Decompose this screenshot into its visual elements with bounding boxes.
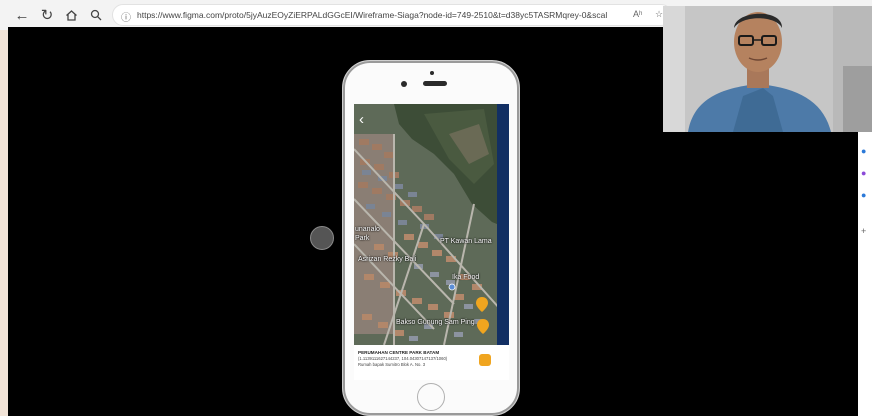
site-info-icon[interactable]: ⓘ: [121, 9, 131, 24]
map-label: unanalo: [355, 226, 380, 233]
shopping-icon[interactable]: ●: [861, 146, 866, 156]
refresh-icon[interactable]: ↻: [37, 5, 57, 25]
location-title: PERUMAHAN CENTRE PARK BATAM: [358, 350, 440, 355]
webcam-video: [663, 6, 872, 132]
add-icon[interactable]: +: [861, 226, 866, 236]
location-address: Rumah bapak Sumitro Blok A. No. 3: [358, 362, 426, 367]
home-button[interactable]: [417, 383, 445, 411]
navigate-icon[interactable]: [479, 354, 491, 366]
map-side-panel: [497, 104, 509, 345]
map-label: Ika Food: [452, 274, 480, 281]
read-aloud-icon[interactable]: Aʰ: [633, 9, 642, 19]
page-edge: [0, 30, 8, 416]
outlook-icon[interactable]: ●: [861, 190, 866, 200]
back-chevron-icon[interactable]: ‹: [359, 112, 364, 127]
map-label: Bakso Gunung Sam Ping: [396, 319, 475, 326]
map-label: Park: [355, 235, 370, 242]
map-label: PT Kawan Lama: [440, 238, 492, 245]
phone-screen: ‹ unanalo Park PT Kawan Lama Asrizan Rez…: [354, 104, 509, 380]
front-sensor: [430, 71, 434, 75]
url-text[interactable]: https://www.figma.com/proto/5jyAuzEOyZiE…: [137, 10, 607, 23]
front-camera: [401, 81, 407, 87]
satellite-map[interactable]: [354, 104, 509, 345]
location-card[interactable]: PERUMAHAN CENTRE PARK BATAM (1.113911162…: [354, 345, 509, 380]
back-icon[interactable]: ←: [12, 5, 32, 25]
favorite-icon[interactable]: ☆: [655, 9, 663, 20]
cursor-indicator: [310, 226, 334, 250]
home-icon[interactable]: [61, 5, 81, 25]
address-bar[interactable]: ⓘ https://www.figma.com/proto/5jyAuzEOyZ…: [112, 4, 672, 26]
location-coordinates: (1.1139111627144237, 104.04307147137/106…: [358, 356, 448, 361]
tools-icon[interactable]: ●: [861, 168, 866, 178]
phone-frame: ‹ unanalo Park PT Kawan Lama Asrizan Rez…: [342, 60, 520, 416]
earpiece: [423, 81, 447, 86]
map-label: Asrizan Rezky Bali: [358, 256, 417, 263]
search-icon[interactable]: [86, 5, 106, 25]
